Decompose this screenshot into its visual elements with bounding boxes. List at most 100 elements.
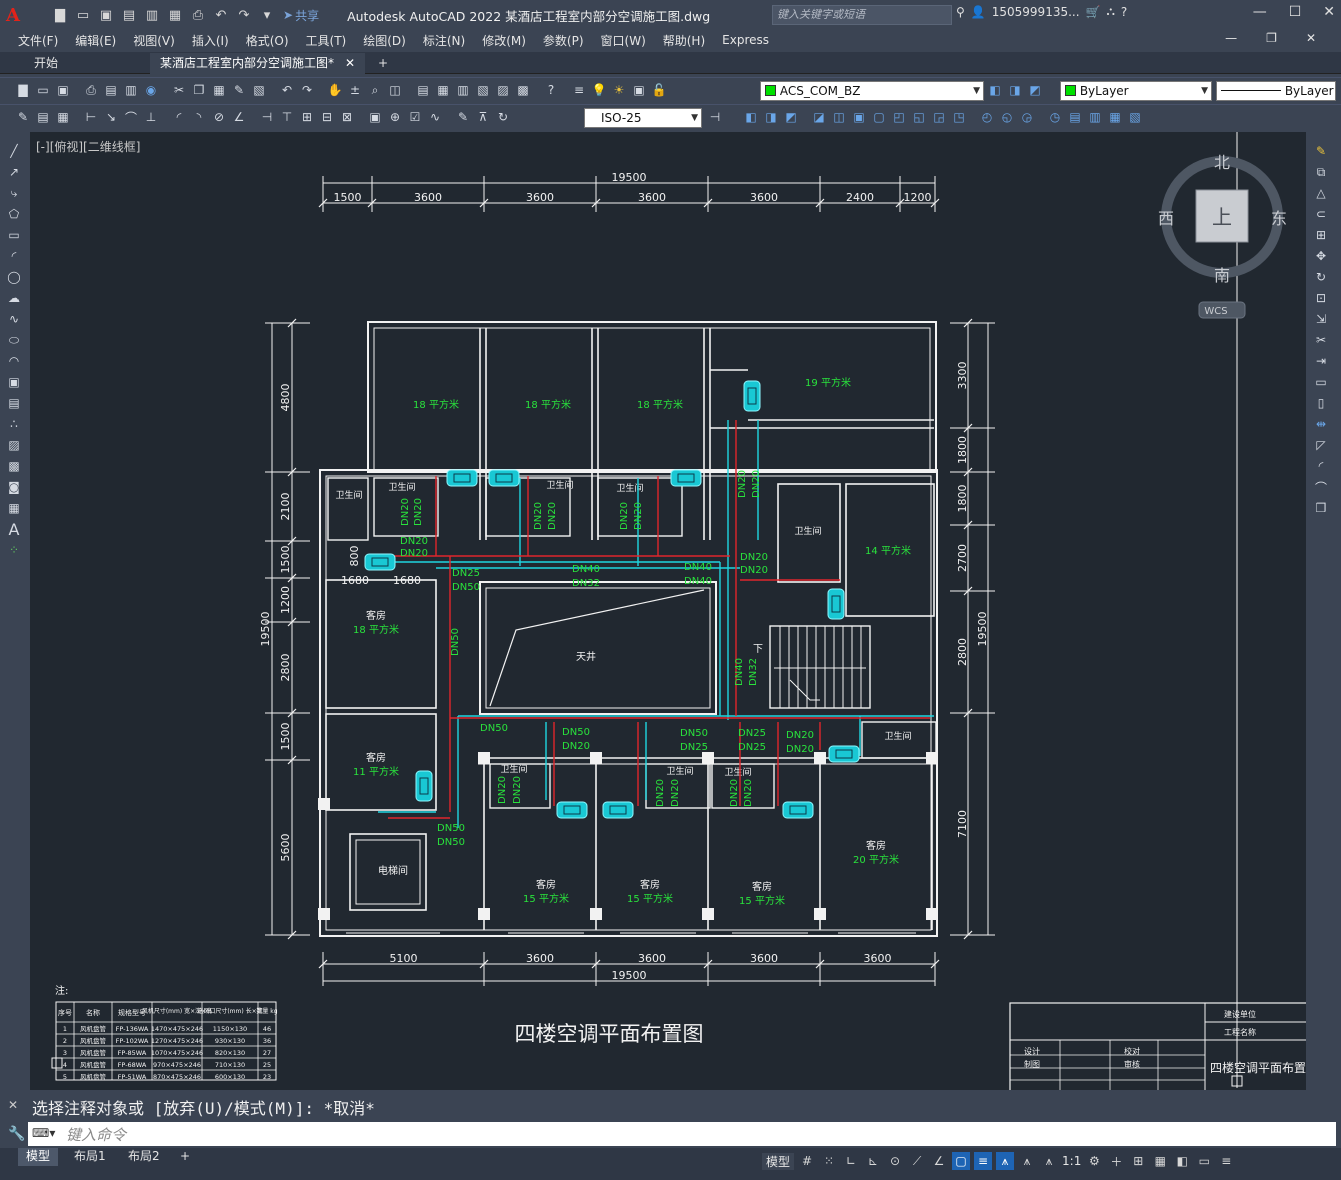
menu-draw[interactable]: 绘图(D) <box>363 32 406 49</box>
circle-icon[interactable]: ◯ <box>5 268 23 286</box>
close-command-icon[interactable]: ✕ <box>8 1098 18 1112</box>
menu-help[interactable]: 帮助(H) <box>663 32 705 49</box>
save-as-icon[interactable]: ▤ <box>119 5 139 25</box>
dim-ordinate-icon[interactable]: ⊥ <box>142 108 160 126</box>
menu-insert[interactable]: 插入(I) <box>192 32 229 49</box>
rotate-faces-icon[interactable]: ◰ <box>890 108 908 126</box>
tolerance-icon[interactable]: ▣ <box>366 108 384 126</box>
polar-icon[interactable]: ⊙ <box>886 1152 904 1170</box>
gradient-icon[interactable]: ▩ <box>5 457 23 475</box>
scale-dropdown[interactable]: 1:1 <box>1062 1154 1081 1168</box>
pan-icon[interactable]: ✋ <box>326 81 344 99</box>
dim-linear-icon[interactable]: ⊢ <box>82 108 100 126</box>
menu-express[interactable]: Express <box>722 33 769 47</box>
maximize-icon[interactable]: ☐ <box>1289 4 1302 20</box>
sync-icon[interactable]: ▦ <box>54 108 72 126</box>
dim-space-icon[interactable]: ⊟ <box>318 108 336 126</box>
layer-match-icon[interactable]: ◨ <box>1006 81 1024 99</box>
revcloud-icon[interactable]: ☁ <box>5 289 23 307</box>
isodraft-icon[interactable]: ⟋ <box>908 1152 926 1170</box>
command-line[interactable]: ⌨▾ 键入命令 <box>28 1122 1336 1146</box>
web-open-icon[interactable]: ▥ <box>142 5 162 25</box>
make-current-icon[interactable]: ◧ <box>986 81 1004 99</box>
jogged-linear-icon[interactable]: ∿ <box>426 108 444 126</box>
stretch-icon[interactable]: ⇲ <box>1312 310 1330 328</box>
design-center-icon[interactable]: ▦ <box>434 81 452 99</box>
construction-line-icon[interactable]: ↗ <box>5 163 23 181</box>
layer-lock-icon[interactable]: 🔓 <box>650 81 668 99</box>
zoom-previous-icon[interactable]: ◫ <box>386 81 404 99</box>
properties-icon[interactable]: ▤ <box>414 81 432 99</box>
help-icon[interactable]: ? <box>542 81 560 99</box>
dim-style-icon[interactable]: ⊣ <box>706 108 724 126</box>
markup-icon[interactable]: ▨ <box>494 81 512 99</box>
erase-icon[interactable]: ✎ <box>1312 142 1330 160</box>
tab-start[interactable]: 开始 <box>24 53 144 74</box>
doc-restore-icon[interactable]: ❐ <box>1266 31 1277 45</box>
infer-icon[interactable]: ∟ <box>842 1152 860 1170</box>
blend-icon[interactable]: ⌒ <box>1312 478 1330 496</box>
menu-parameters[interactable]: 参数(P) <box>543 32 584 49</box>
menu-file[interactable]: 文件(F) <box>18 32 58 49</box>
separate-icon[interactable]: ▤ <box>1066 108 1084 126</box>
break-icon[interactable]: ▯ <box>1312 394 1330 412</box>
scale-icon[interactable]: ⊡ <box>1312 289 1330 307</box>
layout-tab-2[interactable]: 布局2 <box>120 1148 168 1166</box>
lineweight-icon[interactable]: ≡ <box>974 1152 993 1170</box>
polyline-icon[interactable]: ⤷ <box>5 184 23 202</box>
qnew-icon[interactable]: ▇ <box>14 81 32 99</box>
redo-icon[interactable]: ↷ <box>298 81 316 99</box>
chamfer-icon[interactable]: ◸ <box>1312 436 1330 454</box>
auto-scale-icon[interactable]: ⩚ <box>1018 1152 1036 1170</box>
command-input[interactable]: 键入命令 <box>66 1124 126 1145</box>
spline-icon[interactable]: ∿ <box>5 310 23 328</box>
menu-window[interactable]: 窗口(W) <box>601 32 646 49</box>
object-snap-tracking-icon[interactable]: ∠ <box>930 1152 948 1170</box>
open-icon[interactable]: ▭ <box>34 81 52 99</box>
calculator-icon[interactable]: ▩ <box>514 81 532 99</box>
menu-dimension[interactable]: 标注(N) <box>423 32 465 49</box>
grid-icon[interactable]: # <box>798 1152 816 1170</box>
block-editor-icon[interactable]: ▧ <box>250 81 268 99</box>
app-store-icon[interactable]: ⛬ <box>1107 4 1115 19</box>
copy-icon[interactable]: ❐ <box>190 81 208 99</box>
check-icon[interactable]: ▦ <box>1106 108 1124 126</box>
copy-object-icon[interactable]: ⧉ <box>1312 163 1330 181</box>
menu-modify[interactable]: 修改(M) <box>482 32 526 49</box>
layer-dropdown[interactable]: ACS_COM_BZ ▼ <box>760 81 984 101</box>
publish-icon[interactable]: ▥ <box>122 81 140 99</box>
customization-icon[interactable]: ≡ <box>1217 1152 1235 1170</box>
layer-freeze-icon[interactable]: ☀ <box>610 81 628 99</box>
color-edges-icon[interactable]: ◵ <box>998 108 1016 126</box>
isolate-icon[interactable]: ◧ <box>1173 1152 1191 1170</box>
edit-icon[interactable]: ✎ <box>14 108 32 126</box>
annotation-monitor-icon[interactable]: ＋ <box>1107 1152 1125 1170</box>
subtract-icon[interactable]: ◨ <box>762 108 780 126</box>
menu-edit[interactable]: 编辑(E) <box>75 32 116 49</box>
share-button[interactable]: ➤ 共享 <box>283 7 319 24</box>
undo-icon[interactable]: ↶ <box>278 81 296 99</box>
dim-edit-icon[interactable]: ✎ <box>454 108 472 126</box>
layer-viewport-icon[interactable]: ▣ <box>630 81 648 99</box>
add-layout-button[interactable]: + <box>172 1148 198 1166</box>
drawing-area[interactable]: [-][俯视][二维线框] 19500 1500 3600 3600 3600 3600 2… <box>30 132 1306 1090</box>
make-block-icon[interactable]: ▤ <box>5 394 23 412</box>
sheetset-icon[interactable]: ▧ <box>474 81 492 99</box>
mirror-icon[interactable]: △ <box>1312 184 1330 202</box>
color-dropdown[interactable]: ByLayer ▼ <box>1060 81 1212 101</box>
dimstyle-dropdown[interactable]: ISO-25 ▼ <box>584 108 702 128</box>
add-selected-icon[interactable]: ⁘ <box>5 541 23 559</box>
autocad-logo[interactable]: A <box>6 4 32 26</box>
workspace-gear-icon[interactable]: ⚙ <box>1085 1152 1103 1170</box>
dim-baseline-icon[interactable]: ⊤ <box>278 108 296 126</box>
arc-icon[interactable]: ◜ <box>5 247 23 265</box>
dim-angular-icon[interactable]: ∠ <box>230 108 248 126</box>
help-icon[interactable]: ? <box>1121 5 1127 19</box>
dim-radius-icon[interactable]: ◜ <box>170 108 188 126</box>
annotation-scale-icon[interactable]: ⩚ <box>1040 1152 1058 1170</box>
customize-icon[interactable]: 🔧 <box>8 1126 25 1142</box>
point-icon[interactable]: ∴ <box>5 415 23 433</box>
region-icon[interactable]: ◙ <box>5 478 23 496</box>
command-prompt-icon[interactable]: ⌨▾ <box>32 1126 55 1140</box>
save-icon[interactable]: ▣ <box>96 5 116 25</box>
